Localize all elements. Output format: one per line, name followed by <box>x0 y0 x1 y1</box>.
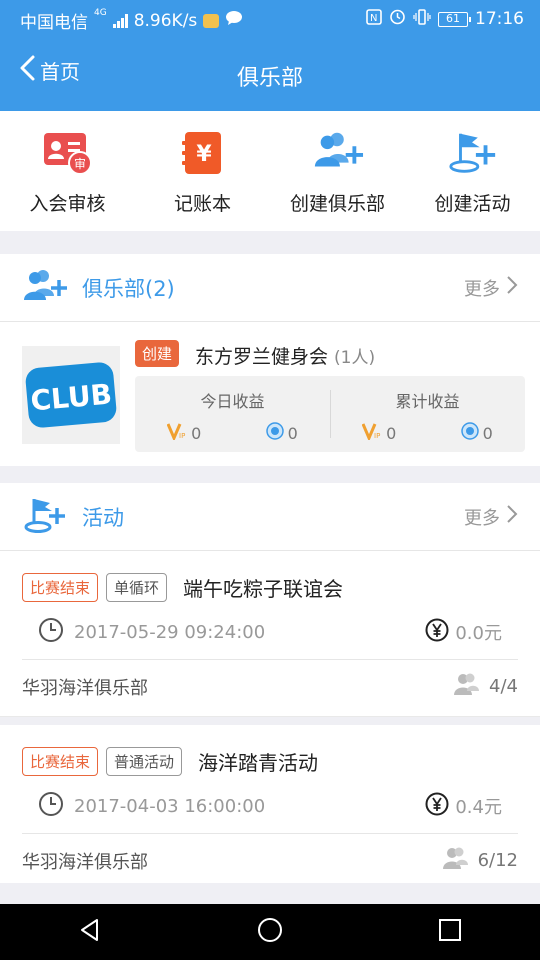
activity-name: 海洋踏青活动 <box>198 751 319 775</box>
quick-actions: 审 入会审核 ¥ 记账本 创建俱乐部 创建活动 <box>0 111 540 231</box>
today-earnings: 今日收益 IP 0 0 <box>135 376 330 452</box>
activity-item[interactable]: 比赛结束 单循环 端午吃粽子联谊会 2017-05-29 09:24:00 0.… <box>0 551 540 717</box>
nav-back-button[interactable] <box>60 904 120 960</box>
svg-text:IP: IP <box>374 432 380 440</box>
today-earnings-label: 今日收益 <box>200 392 265 411</box>
people-icon <box>442 845 468 876</box>
clock-text: 17:16 <box>475 9 524 29</box>
activities-section-title: 活动 <box>82 505 124 530</box>
create-club-label: 创建俱乐部 <box>289 193 385 215</box>
member-review-label: 入会审核 <box>29 193 106 215</box>
activity-time: 2017-04-03 16:00:00 <box>74 795 266 817</box>
activity-status-badge: 比赛结束 <box>22 747 99 776</box>
clubs-more-label: 更多 <box>464 278 500 300</box>
yen-icon <box>425 618 449 647</box>
account-book-button[interactable]: ¥ 记账本 <box>135 111 270 231</box>
activity-time: 2017-05-29 09:24:00 <box>74 621 266 643</box>
club-logo: CLUB <box>22 346 120 444</box>
square-recents-icon <box>438 918 462 946</box>
create-club-icon <box>312 129 364 177</box>
member-review-icon: 审 <box>42 129 94 177</box>
people-icon <box>453 671 480 702</box>
participant-count: 6/12 <box>442 845 518 876</box>
create-club-button[interactable]: 创建俱乐部 <box>270 111 405 231</box>
activity-flag-icon <box>22 496 68 538</box>
signal-icon <box>112 13 128 28</box>
yen-icon <box>425 792 449 821</box>
today-coin-value: 0 <box>265 422 298 444</box>
activity-club-name: 华羽海洋俱乐部 <box>22 677 148 699</box>
created-badge: 创建 <box>135 340 180 367</box>
alarm-icon <box>389 8 406 30</box>
status-bar: 中国电信 4G 8.96K/s N 61 17:16 <box>0 0 540 36</box>
yen-glyph: ¥ <box>196 142 212 167</box>
club-item[interactable]: CLUB 创建 东方罗兰健身会 (1人) 今日收益 IP 0 0 累计收益 IP… <box>0 322 540 467</box>
triangle-back-icon <box>77 917 103 947</box>
member-review-button[interactable]: 审 入会审核 <box>0 111 135 231</box>
clubs-more-link[interactable]: 更多 <box>464 275 518 301</box>
system-nav-bar <box>0 904 540 960</box>
total-vip-value: IP 0 <box>361 422 396 444</box>
club-earnings-panel: 今日收益 IP 0 0 累计收益 IP 0 0 <box>135 376 525 452</box>
activity-fee: 0.4元 <box>425 792 502 821</box>
carrier-text: 中国电信 <box>20 13 88 33</box>
app-header: 首页 俱乐部 <box>0 36 540 111</box>
clubs-header: 俱乐部(2) 更多 <box>0 254 540 322</box>
clock-icon <box>38 791 64 821</box>
today-vip-value: IP 0 <box>166 422 201 444</box>
chat-notification-icon <box>225 10 243 31</box>
circle-home-icon <box>256 916 284 948</box>
chevron-right-icon <box>506 504 518 529</box>
activity-status-badge: 比赛结束 <box>22 573 99 602</box>
total-earnings-label: 累计收益 <box>395 392 460 411</box>
club-name: 东方罗兰健身会 <box>195 346 329 368</box>
create-activity-label: 创建活动 <box>434 193 511 215</box>
clubs-section-title: 俱乐部(2) <box>82 276 175 301</box>
activity-type-badge: 普通活动 <box>106 747 183 776</box>
activities-header: 活动 更多 <box>0 483 540 551</box>
review-badge-text: 审 <box>73 156 85 171</box>
vibrate-icon <box>413 8 431 30</box>
account-book-label: 记账本 <box>173 193 231 215</box>
chevron-right-icon <box>506 275 518 300</box>
participant-count: 4/4 <box>453 671 518 702</box>
network-speed: 8.96K/s <box>133 10 198 31</box>
club-member-count: (1人) <box>334 348 376 368</box>
battery-icon: 61 <box>438 11 471 27</box>
create-activity-icon <box>447 129 499 177</box>
activities-section: 活动 更多 比赛结束 单循环 端午吃粽子联谊会 2017-05-29 09:24… <box>0 483 540 883</box>
nfc-icon: N <box>366 8 382 30</box>
nav-home-button[interactable] <box>240 904 300 960</box>
svg-text:IP: IP <box>179 432 185 440</box>
total-coin-value: 0 <box>460 422 493 444</box>
svg-text:N: N <box>370 13 377 24</box>
activity-item[interactable]: 比赛结束 普通活动 海洋踏青活动 2017-04-03 16:00:00 0.4… <box>0 725 540 891</box>
account-book-icon: ¥ <box>177 129 229 177</box>
club-name-line: 东方罗兰健身会 (1人) <box>195 342 375 369</box>
coin-shield-icon <box>265 422 284 444</box>
vip-icon: IP <box>166 422 187 444</box>
network-type: 4G <box>94 8 107 18</box>
gallery-notification-icon <box>203 13 220 28</box>
nav-recents-button[interactable] <box>420 904 480 960</box>
clock-icon <box>38 617 64 647</box>
clubs-section: 俱乐部(2) 更多 CLUB 创建 东方罗兰健身会 (1人) 今日收益 IP 0… <box>0 254 540 466</box>
activity-type-badge: 单循环 <box>106 573 168 602</box>
create-activity-button[interactable]: 创建活动 <box>405 111 540 231</box>
club-group-icon <box>22 268 68 308</box>
coin-shield-icon <box>460 422 479 444</box>
page-title: 俱乐部 <box>236 66 303 91</box>
activities-more-label: 更多 <box>464 507 500 529</box>
total-earnings: 累计收益 IP 0 0 <box>330 376 525 452</box>
activity-club-name: 华羽海洋俱乐部 <box>22 851 148 873</box>
activities-more-link[interactable]: 更多 <box>464 504 518 530</box>
activity-name: 端午吃粽子联谊会 <box>183 577 344 601</box>
vip-icon: IP <box>361 422 382 444</box>
activity-fee: 0.0元 <box>425 618 502 647</box>
